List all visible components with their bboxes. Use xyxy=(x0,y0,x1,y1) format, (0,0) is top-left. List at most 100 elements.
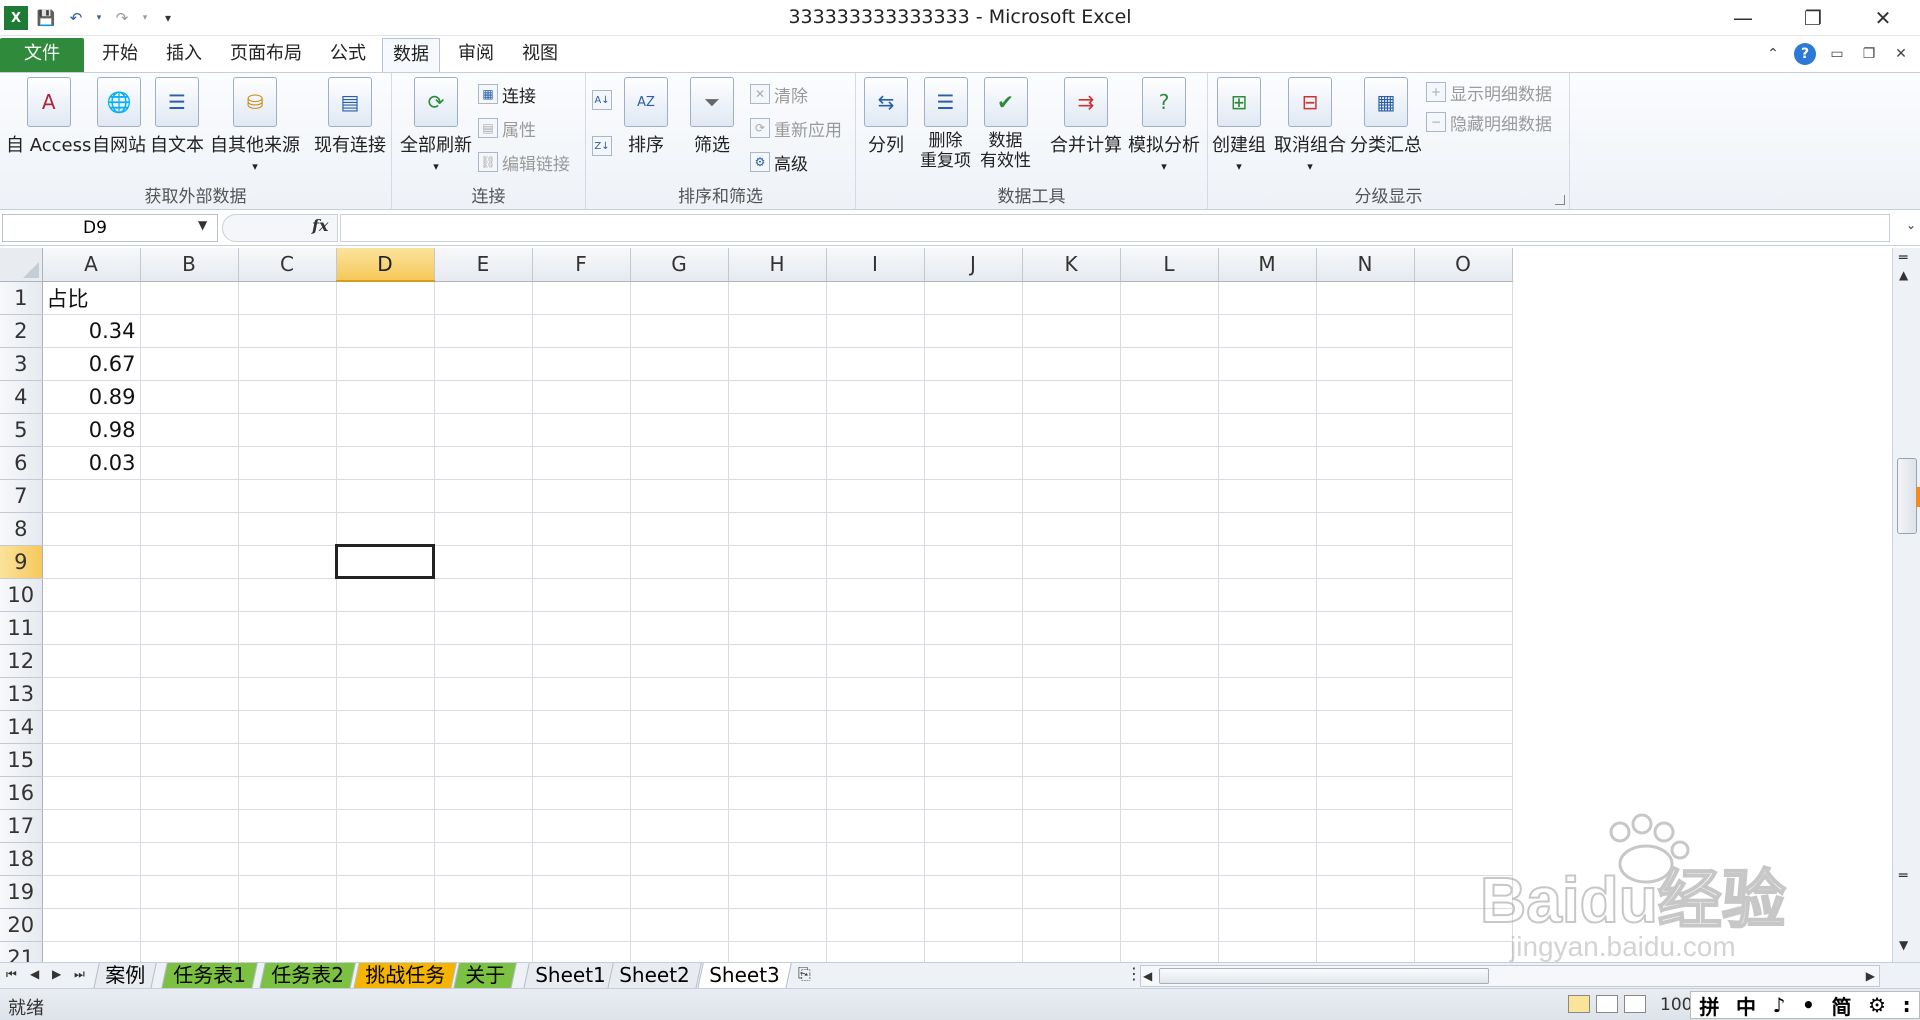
cell-f11[interactable] xyxy=(532,611,631,645)
ime-punct-icon[interactable]: • xyxy=(1802,993,1815,1017)
row-header-15[interactable]: 15 xyxy=(0,743,43,777)
cell-c10[interactable] xyxy=(238,578,337,612)
from-web-button[interactable]: 🌐 自网站 xyxy=(92,77,146,157)
cell-k1[interactable] xyxy=(1022,281,1121,315)
row-header-19[interactable]: 19 xyxy=(0,875,43,909)
properties-button[interactable]: ▤ 属性 xyxy=(478,115,536,141)
cell-h4[interactable] xyxy=(728,380,827,414)
cell-g14[interactable] xyxy=(630,710,729,744)
row-header-14[interactable]: 14 xyxy=(0,710,43,744)
row-header-11[interactable]: 11 xyxy=(0,611,43,645)
cell-j2[interactable] xyxy=(924,314,1023,348)
cell-c8[interactable] xyxy=(238,512,337,546)
row-header-18[interactable]: 18 xyxy=(0,842,43,876)
cell-b11[interactable] xyxy=(140,611,239,645)
cell-b7[interactable] xyxy=(140,479,239,513)
cell-k6[interactable] xyxy=(1022,446,1121,480)
cell-k21[interactable] xyxy=(1022,941,1121,962)
cell-n11[interactable] xyxy=(1316,611,1415,645)
cell-e4[interactable] xyxy=(434,380,533,414)
cell-c4[interactable] xyxy=(238,380,337,414)
cell-f2[interactable] xyxy=(532,314,631,348)
page-layout-view-icon[interactable] xyxy=(1596,995,1618,1013)
cell-f7[interactable] xyxy=(532,479,631,513)
ime-simplified-icon[interactable]: 简 xyxy=(1831,991,1851,1020)
cell-g15[interactable] xyxy=(630,743,729,777)
cell-e19[interactable] xyxy=(434,875,533,909)
cell-n2[interactable] xyxy=(1316,314,1415,348)
cell-h1[interactable] xyxy=(728,281,827,315)
row-header-12[interactable]: 12 xyxy=(0,644,43,678)
cell-k18[interactable] xyxy=(1022,842,1121,876)
cell-j8[interactable] xyxy=(924,512,1023,546)
cell-d15[interactable] xyxy=(336,743,435,777)
cell-l14[interactable] xyxy=(1120,710,1219,744)
ime-moon-icon[interactable]: ♪ xyxy=(1773,993,1786,1017)
cell-a9[interactable] xyxy=(42,545,141,579)
cell-c11[interactable] xyxy=(238,611,337,645)
cell-l21[interactable] xyxy=(1120,941,1219,962)
cell-o3[interactable] xyxy=(1414,347,1513,381)
cell-l7[interactable] xyxy=(1120,479,1219,513)
column-header-d[interactable]: D xyxy=(336,248,435,282)
cell-m12[interactable] xyxy=(1218,644,1317,678)
cell-k11[interactable] xyxy=(1022,611,1121,645)
cell-o5[interactable] xyxy=(1414,413,1513,447)
sort-ascending-button[interactable]: A↓ xyxy=(592,87,612,113)
cell-h14[interactable] xyxy=(728,710,827,744)
cell-h11[interactable] xyxy=(728,611,827,645)
column-header-h[interactable]: H xyxy=(728,248,827,282)
cell-h18[interactable] xyxy=(728,842,827,876)
column-header-i[interactable]: I xyxy=(826,248,925,282)
cell-f15[interactable] xyxy=(532,743,631,777)
cell-c9[interactable] xyxy=(238,545,337,579)
cell-b13[interactable] xyxy=(140,677,239,711)
cell-a18[interactable] xyxy=(42,842,141,876)
cell-a4[interactable]: 0.89 xyxy=(42,380,141,414)
cell-a16[interactable] xyxy=(42,776,141,810)
cell-d17[interactable] xyxy=(336,809,435,843)
cell-a1[interactable]: 占比 xyxy=(42,281,141,315)
new-sheet-icon[interactable]: ⎘ xyxy=(798,964,811,984)
cell-e3[interactable] xyxy=(434,347,533,381)
cell-e12[interactable] xyxy=(434,644,533,678)
cell-a8[interactable] xyxy=(42,512,141,546)
cell-j11[interactable] xyxy=(924,611,1023,645)
scroll-right-icon[interactable]: ▶ xyxy=(1866,969,1875,983)
cell-d1[interactable] xyxy=(336,281,435,315)
expand-formula-bar-icon[interactable]: ⌄ xyxy=(1906,218,1916,232)
dialog-launcher-icon[interactable] xyxy=(1555,195,1565,205)
sheet-tab-3[interactable]: 任务表2 xyxy=(259,963,356,989)
tab-page-layout[interactable]: 页面布局 xyxy=(220,38,312,72)
workbook-close-icon[interactable]: ✕ xyxy=(1890,43,1912,65)
horizontal-scrollbar[interactable]: ◀ ▶ xyxy=(1140,965,1880,987)
formula-input[interactable] xyxy=(340,214,1890,242)
workbook-minimize-icon[interactable]: ▭ xyxy=(1826,43,1848,65)
cell-i21[interactable] xyxy=(826,941,925,962)
cell-e5[interactable] xyxy=(434,413,533,447)
cell-l13[interactable] xyxy=(1120,677,1219,711)
vertical-scrollbar[interactable]: ═ ▲ ═ ▼ xyxy=(1892,248,1920,962)
cell-k8[interactable] xyxy=(1022,512,1121,546)
cell-g2[interactable] xyxy=(630,314,729,348)
cell-e13[interactable] xyxy=(434,677,533,711)
column-header-b[interactable]: B xyxy=(140,248,239,282)
cell-i7[interactable] xyxy=(826,479,925,513)
split-box-icon[interactable]: ═ xyxy=(1899,250,1907,266)
cell-l8[interactable] xyxy=(1120,512,1219,546)
row-header-1[interactable]: 1 xyxy=(0,281,43,315)
remove-duplicates-button[interactable]: ☰ 删除 重复项 xyxy=(920,77,971,171)
cell-m21[interactable] xyxy=(1218,941,1317,962)
cell-g13[interactable] xyxy=(630,677,729,711)
cell-j16[interactable] xyxy=(924,776,1023,810)
tab-insert[interactable]: 插入 xyxy=(156,38,212,72)
cell-l15[interactable] xyxy=(1120,743,1219,777)
cell-f21[interactable] xyxy=(532,941,631,962)
cell-c15[interactable] xyxy=(238,743,337,777)
sort-descending-button[interactable]: Z↓ xyxy=(592,133,612,159)
cell-b2[interactable] xyxy=(140,314,239,348)
ime-settings-icon[interactable]: ⚙ xyxy=(1868,993,1886,1017)
cell-f4[interactable] xyxy=(532,380,631,414)
cell-c18[interactable] xyxy=(238,842,337,876)
cell-e17[interactable] xyxy=(434,809,533,843)
